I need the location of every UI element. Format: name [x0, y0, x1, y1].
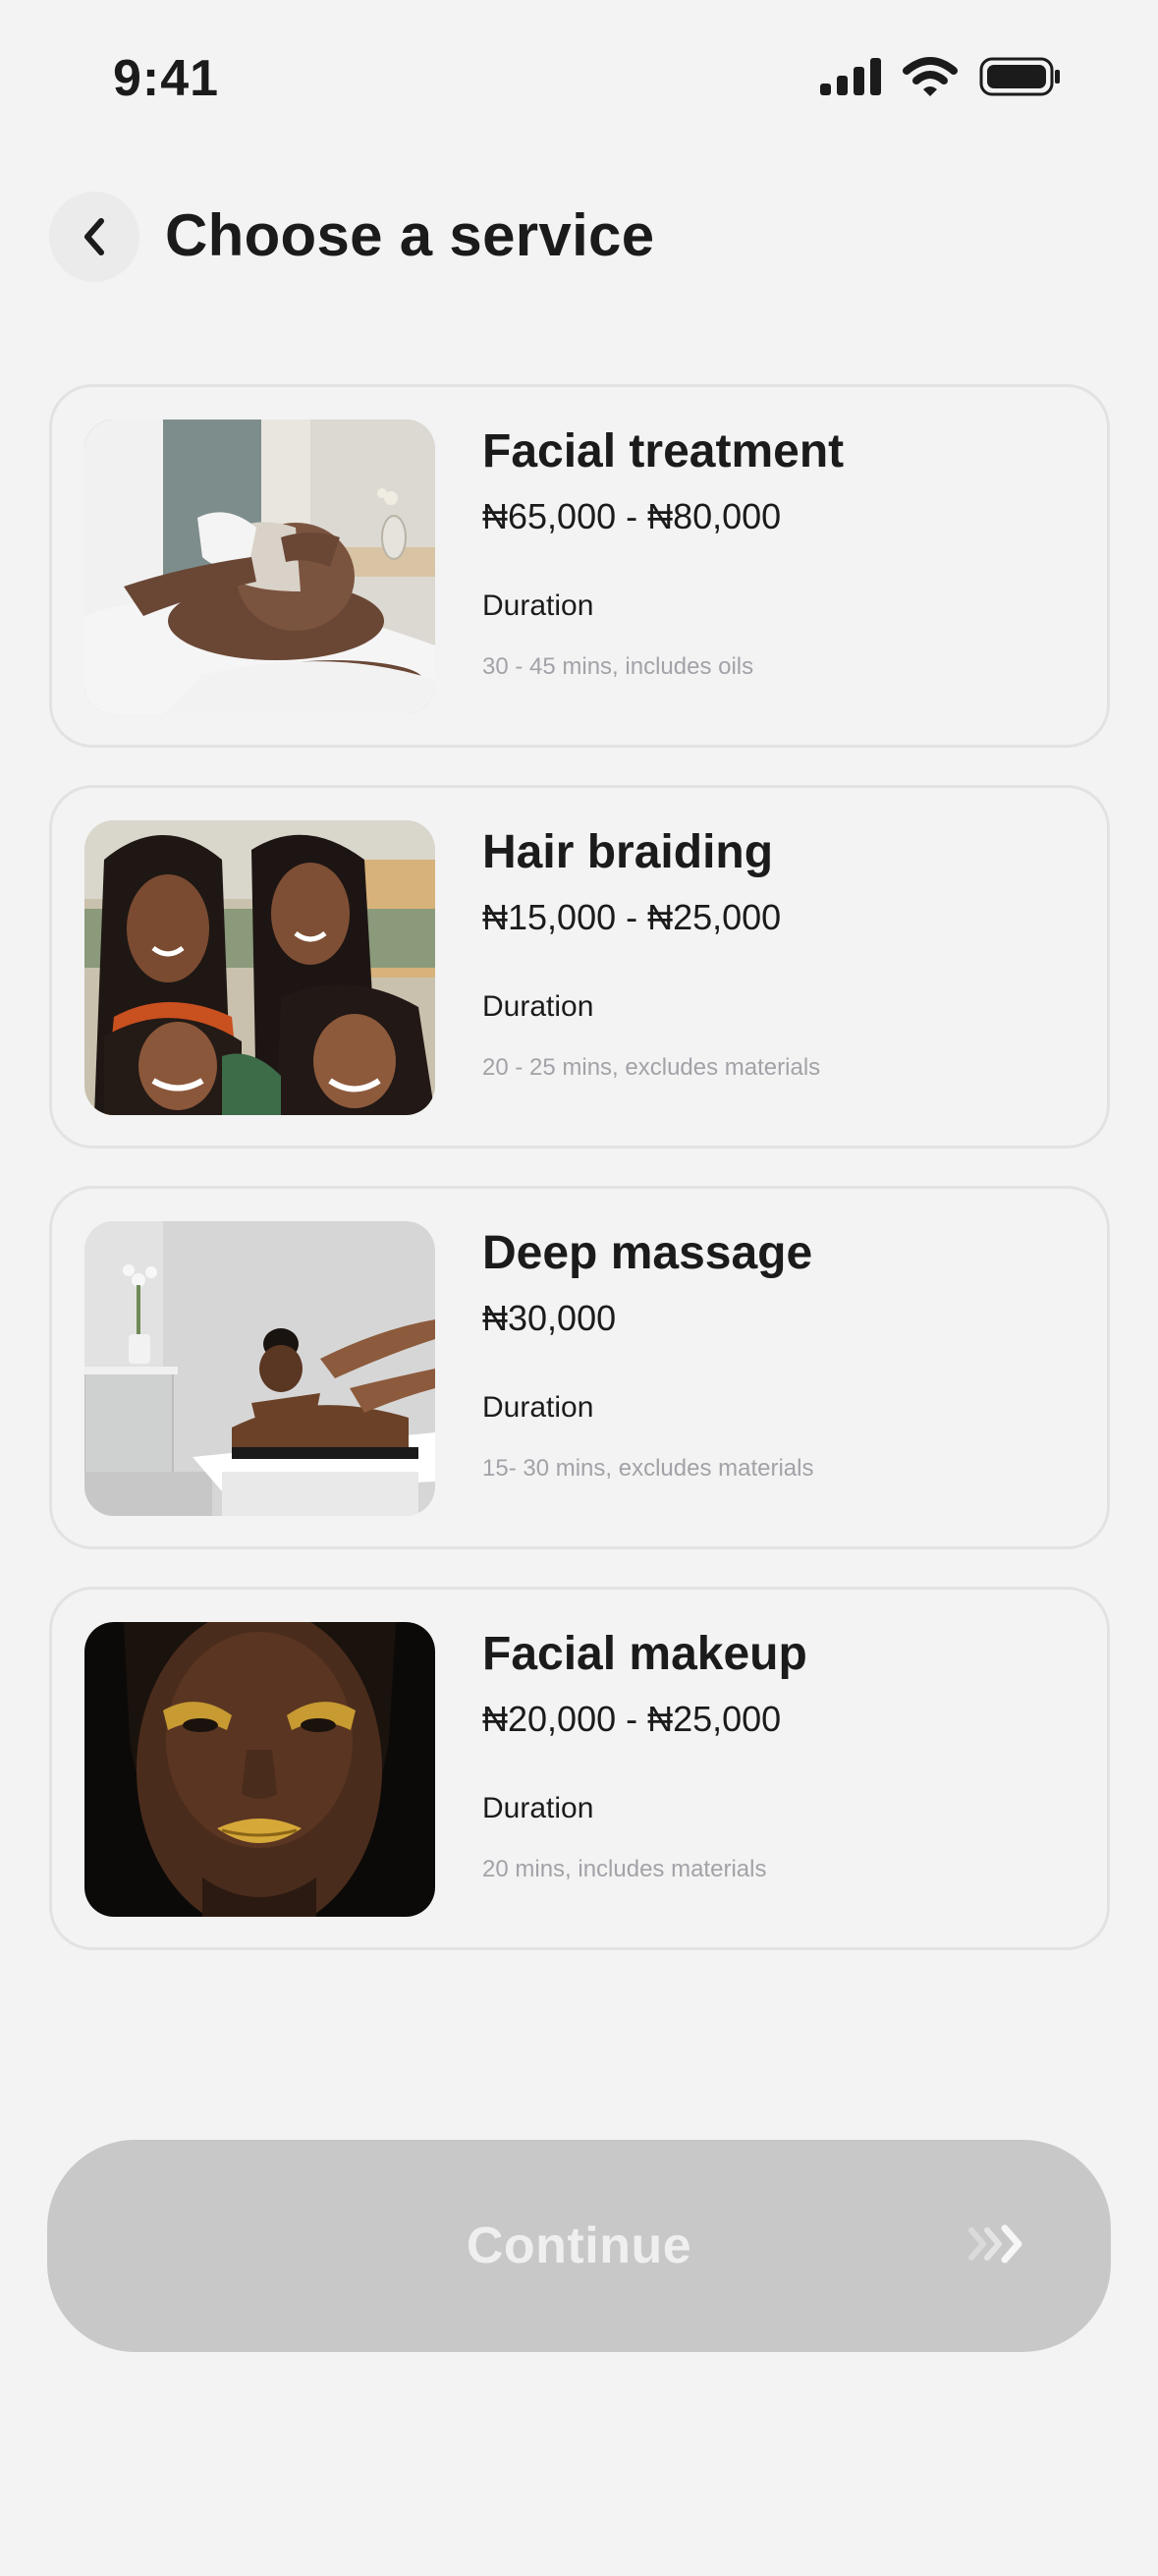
- service-card-facial-treatment[interactable]: Facial treatment ₦65,000 - ₦80,000 Durat…: [49, 384, 1110, 748]
- chevron-left-icon: [84, 218, 104, 255]
- service-name: Facial makeup: [482, 1628, 807, 1680]
- duration-value: 30 - 45 mins, includes oils: [482, 653, 754, 680]
- service-card-deep-massage[interactable]: Deep massage ₦30,000 Duration 15- 30 min…: [49, 1186, 1110, 1549]
- duration-label: Duration: [482, 1391, 594, 1424]
- duration-label: Duration: [482, 1792, 594, 1824]
- duration-value: 20 - 25 mins, excludes materials: [482, 1054, 821, 1081]
- duration-value: 15- 30 mins, excludes materials: [482, 1455, 814, 1482]
- wifi-icon: [903, 57, 958, 96]
- service-card-facial-makeup[interactable]: Facial makeup ₦20,000 - ₦25,000 Duration…: [49, 1587, 1110, 1950]
- page-title: Choose a service: [165, 202, 655, 268]
- back-button[interactable]: [49, 192, 139, 282]
- chevron-double-right-icon: [968, 2224, 1022, 2264]
- header: Choose a service: [0, 192, 1158, 290]
- service-list: Facial treatment ₦65,000 - ₦80,000 Durat…: [49, 384, 1110, 1988]
- cellular-signal-icon: [820, 58, 881, 95]
- service-card-hair-braiding[interactable]: Hair braiding ₦15,000 - ₦25,000 Duration…: [49, 785, 1110, 1148]
- duration-value: 20 mins, includes materials: [482, 1856, 767, 1882]
- battery-icon: [979, 57, 1060, 96]
- service-price: ₦15,000 - ₦25,000: [482, 897, 782, 937]
- duration-label: Duration: [482, 589, 594, 622]
- service-price: ₦65,000 - ₦80,000: [482, 496, 782, 536]
- deep-massage-photo: [84, 1221, 435, 1516]
- status-icons: [820, 57, 1062, 96]
- service-price: ₦30,000: [482, 1298, 617, 1338]
- hair-braiding-photo: [84, 820, 435, 1115]
- facial-treatment-photo: [84, 420, 435, 714]
- facial-makeup-photo: [84, 1622, 435, 1917]
- duration-label: Duration: [482, 990, 594, 1023]
- continue-button[interactable]: Continue: [47, 2140, 1111, 2352]
- service-price: ₦20,000 - ₦25,000: [482, 1699, 782, 1739]
- status-time: 9:41: [113, 50, 220, 107]
- service-name: Facial treatment: [482, 425, 845, 477]
- service-name: Deep massage: [482, 1227, 813, 1279]
- continue-label: Continue: [466, 2217, 692, 2274]
- status-bar: 9:41: [0, 0, 1158, 147]
- service-name: Hair braiding: [482, 826, 774, 878]
